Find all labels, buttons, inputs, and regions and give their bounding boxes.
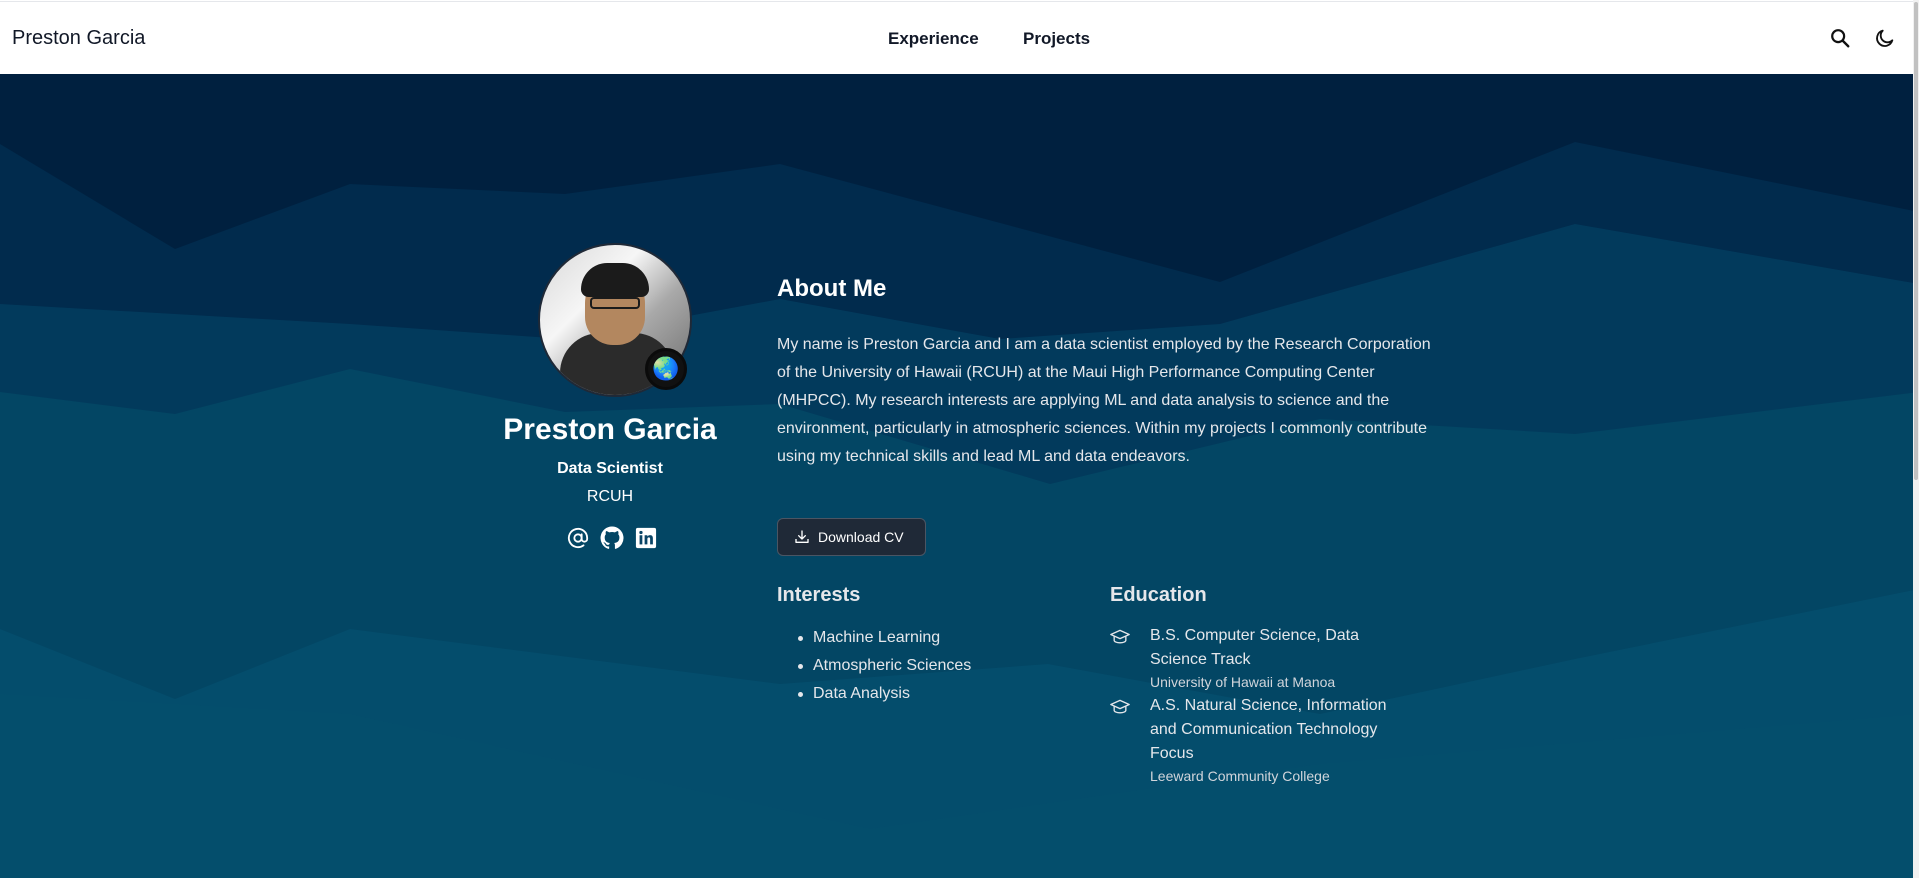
education-degree: B.S. Computer Science, Data Science Trac… [1150, 627, 1359, 668]
top-navbar: Preston Garcia Experience Projects [0, 1, 1919, 74]
download-cv-label: Download CV [818, 529, 904, 545]
search-icon[interactable] [1829, 27, 1851, 49]
social-links [565, 525, 659, 551]
list-item: Machine Learning [798, 624, 971, 652]
interests-list: Machine Learning Atmospheric Sciences Da… [798, 624, 971, 708]
moon-icon[interactable] [1874, 27, 1896, 49]
linkedin-icon[interactable] [633, 525, 659, 551]
interests-title: Interests [777, 584, 861, 606]
nav-link-experience[interactable]: Experience [888, 29, 979, 49]
profile-role: Data Scientist [557, 460, 663, 477]
about-title: About Me [777, 275, 887, 302]
site-brand[interactable]: Preston Garcia [12, 27, 145, 50]
download-cv-button[interactable]: Download CV [777, 518, 926, 556]
at-icon[interactable] [565, 525, 591, 551]
download-icon [795, 530, 809, 543]
list-item: Atmospheric Sciences [798, 652, 971, 680]
nav-link-projects[interactable]: Projects [1023, 29, 1090, 49]
graduation-cap-icon [1110, 699, 1130, 714]
globe-icon: 🌏 [645, 348, 687, 390]
education-degree: A.S. Natural Science, Information and Co… [1150, 697, 1387, 762]
list-item: Data Analysis [798, 680, 971, 708]
github-icon[interactable] [599, 525, 625, 551]
about-text: My name is Preston Garcia and I am a dat… [777, 336, 1431, 465]
education-school: Leeward Community College [1150, 768, 1330, 784]
profile-name: Preston Garcia [503, 413, 717, 446]
education-item: B.S. Computer Science, Data Science Trac… [1110, 624, 1410, 692]
education-school: University of Hawaii at Manoa [1150, 674, 1336, 690]
education-item: A.S. Natural Science, Information and Co… [1110, 694, 1410, 786]
mountain-background [0, 74, 1919, 878]
graduation-cap-icon [1110, 629, 1130, 644]
scrollbar-thumb[interactable] [1914, 2, 1918, 480]
hero-section [0, 74, 1919, 878]
education-title: Education [1110, 584, 1207, 606]
profile-organization: RCUH [586, 488, 634, 505]
